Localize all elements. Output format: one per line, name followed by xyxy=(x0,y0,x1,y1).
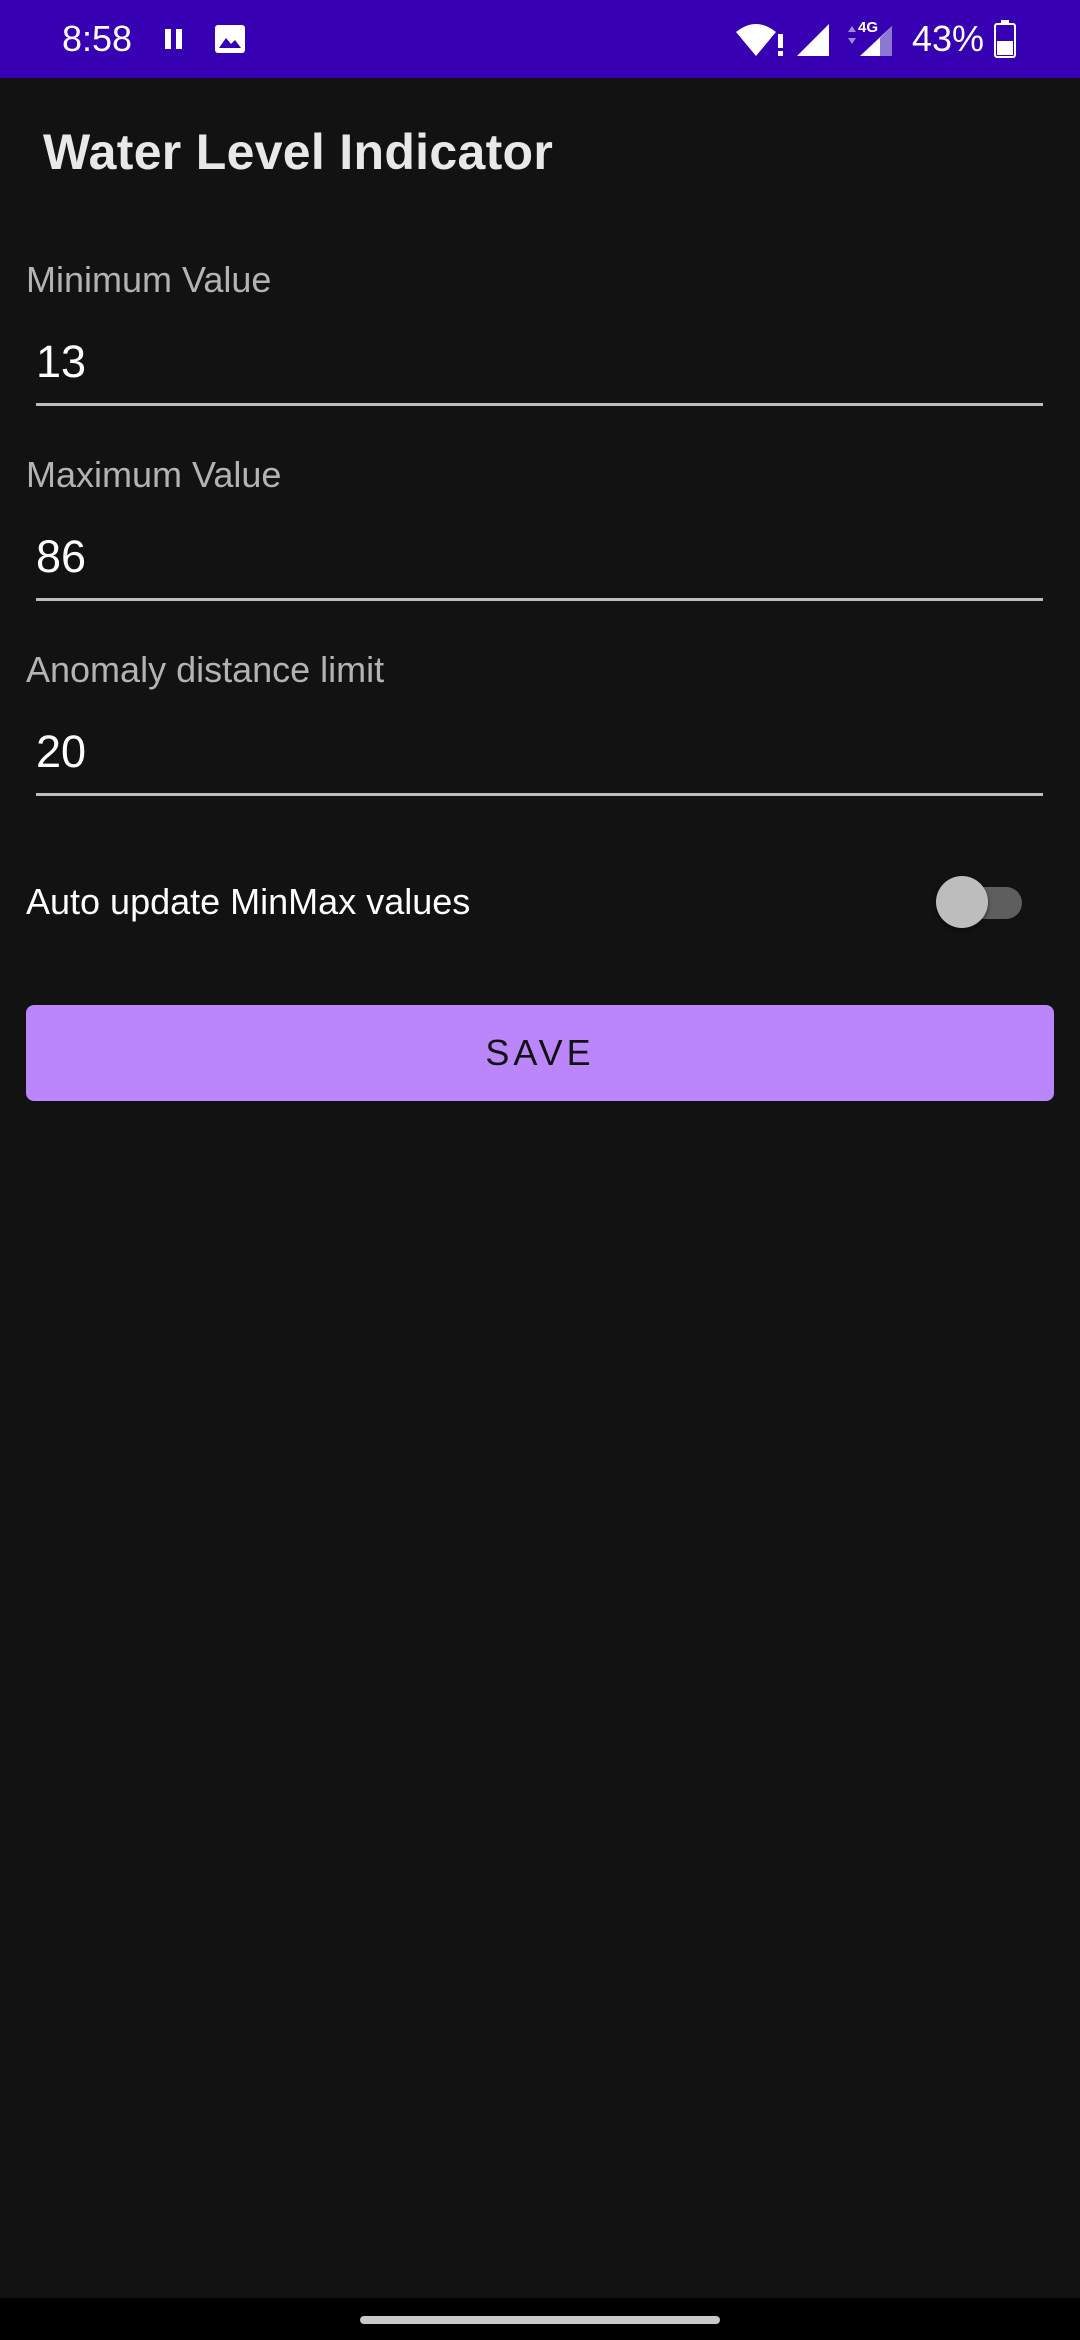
wifi-alert-icon xyxy=(736,24,783,56)
status-time: 8:58 xyxy=(62,18,133,59)
screen: 8:58 4G 43% Water Level Indicator Minimu… xyxy=(0,0,1080,2340)
minimum-value-label: Minimum Value xyxy=(26,259,272,300)
signal-icon xyxy=(797,24,829,56)
pause-icon xyxy=(165,29,182,49)
switch-thumb xyxy=(936,876,988,928)
minimum-value-input[interactable] xyxy=(36,320,1043,406)
battery-icon xyxy=(994,20,1016,58)
app-title: Water Level Indicator xyxy=(43,124,554,180)
anomaly-distance-label: Anomaly distance limit xyxy=(26,649,385,690)
auto-update-label: Auto update MinMax values xyxy=(26,881,471,922)
gesture-handle[interactable] xyxy=(360,2316,720,2324)
toolbar: Water Level Indicator xyxy=(0,78,1080,234)
save-button[interactable]: SAVE xyxy=(26,1005,1054,1101)
image-icon xyxy=(215,25,245,53)
auto-update-switch[interactable] xyxy=(936,874,1024,930)
status-bar: 8:58 4G 43% xyxy=(0,0,1080,78)
maximum-value-label: Maximum Value xyxy=(26,454,282,495)
anomaly-distance-input[interactable] xyxy=(36,710,1043,796)
maximum-value-input[interactable] xyxy=(36,515,1043,601)
signal-4g-icon xyxy=(848,26,892,56)
navigation-bar xyxy=(0,2298,1080,2340)
battery-percent: 43% xyxy=(912,18,985,59)
